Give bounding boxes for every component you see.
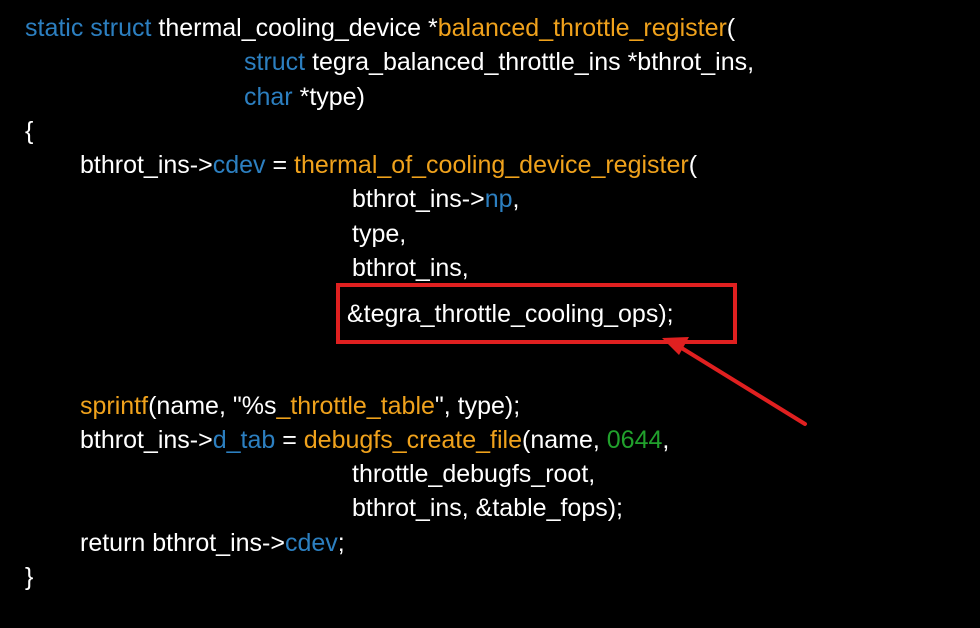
code-token-plain: = (275, 426, 304, 454)
code-line: { (25, 116, 33, 146)
code-token-keyword: static (25, 14, 91, 42)
code-token-plain: } (25, 563, 34, 591)
code-token-function: _throttle_table (276, 392, 435, 420)
code-token-plain: throttle_debugfs_root, (352, 460, 596, 488)
code-line: bthrot_ins, (352, 253, 469, 283)
code-token-plain: &tegra_throttle_cooling_ops); (347, 300, 674, 328)
code-token-plain: bthrot_ins-> (352, 185, 485, 213)
code-token-plain: ", type); (434, 392, 521, 420)
code-line: char *type) (244, 82, 365, 112)
code-token-keyword: char (244, 83, 300, 111)
code-token-function: thermal_of_cooling_device_register (294, 151, 689, 179)
code-token-keyword: cdev (212, 151, 266, 179)
code-line: return bthrot_ins->cdev; (80, 528, 345, 558)
code-token-plain: tegra_balanced_throttle_ins *bthrot_ins, (312, 48, 755, 76)
code-line: &tegra_throttle_cooling_ops); (347, 299, 674, 329)
code-line: bthrot_ins->d_tab = debugfs_create_file(… (80, 425, 669, 455)
code-line: static struct thermal_cooling_device *ba… (25, 13, 735, 43)
code-line: } (25, 562, 33, 592)
code-listing: static struct thermal_cooling_device *ba… (0, 0, 980, 628)
code-token-plain: bthrot_ins, (352, 254, 469, 282)
code-token-function: debugfs_create_file (303, 426, 522, 454)
code-line: bthrot_ins->np, (352, 184, 519, 214)
code-token-function: balanced_throttle_register (437, 14, 727, 42)
code-token-keyword: np (484, 185, 513, 213)
code-token-plain: type, (352, 220, 407, 248)
code-token-keyword: struct (90, 14, 159, 42)
code-token-plain: (name, (522, 426, 607, 454)
code-line: struct tegra_balanced_throttle_ins *bthr… (244, 47, 754, 77)
code-token-plain: bthrot_ins-> (80, 151, 213, 179)
code-token-keyword: struct (244, 48, 313, 76)
code-token-keyword: cdev (284, 529, 338, 557)
code-line: type, (352, 219, 406, 249)
code-token-plain: bthrot_ins, &table_fops); (352, 494, 623, 522)
code-token-keyword: d_tab (212, 426, 276, 454)
code-token-plain: bthrot_ins-> (80, 426, 213, 454)
code-token-plain: , (662, 426, 670, 454)
code-token-number: 0644 (606, 426, 663, 454)
code-line: throttle_debugfs_root, (352, 459, 595, 489)
code-token-plain: ; (337, 529, 345, 557)
code-line: bthrot_ins->cdev = thermal_of_cooling_de… (80, 150, 697, 180)
code-token-plain: ( (726, 14, 736, 42)
code-line: bthrot_ins, &table_fops); (352, 493, 623, 523)
code-token-plain: ( (688, 151, 698, 179)
code-token-plain: , (512, 185, 520, 213)
code-token-plain: = (265, 151, 295, 179)
code-token-plain: thermal_cooling_device * (158, 14, 438, 42)
code-token-function: sprintf (80, 392, 149, 420)
code-token-plain: return bthrot_ins-> (80, 529, 285, 557)
code-token-plain: *type) (299, 83, 365, 111)
code-line: sprintf(name, "%s_throttle_table", type)… (80, 391, 520, 421)
code-token-plain: (name, "%s (148, 392, 277, 420)
code-token-plain: { (25, 117, 34, 145)
